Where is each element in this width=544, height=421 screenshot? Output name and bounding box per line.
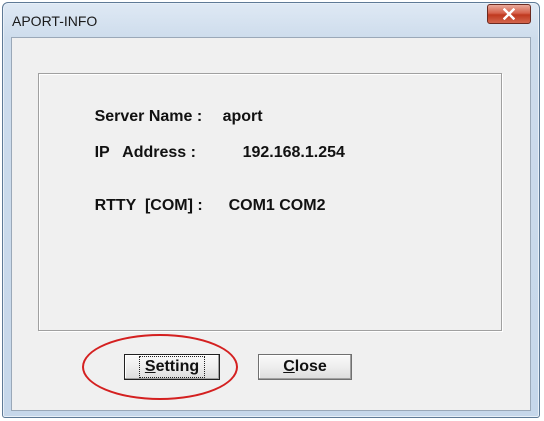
close-label-rest: lose — [294, 358, 327, 375]
setting-button[interactable]: Setting — [124, 354, 220, 380]
title-bar[interactable]: APORT-INFO — [3, 3, 539, 37]
rtty-com-row: RTTY [COM] : COM1 COM2 — [59, 179, 326, 233]
info-groupbox: Server Name : aport IP Address : 192.168.1… — [38, 73, 502, 331]
setting-button-label: Setting — [138, 356, 206, 378]
window-title: APORT-INFO — [12, 13, 98, 29]
setting-mnemonic: S — [144, 358, 156, 375]
server-name-label: Server Name : — [94, 108, 203, 125]
aport-info-dialog: APORT-INFO Server Name : aport IP Address… — [2, 2, 540, 418]
server-name-value: aport — [222, 108, 263, 125]
window-close-button[interactable] — [487, 4, 531, 24]
close-button[interactable]: Close — [258, 354, 352, 380]
ip-address-label: IP Address : — [94, 144, 196, 161]
close-button-label: Close — [283, 358, 327, 376]
ip-address-row: IP Address : 192.168.1.254 — [59, 126, 345, 180]
setting-label-rest: etting — [155, 358, 200, 375]
rtty-com-value: COM1 COM2 — [228, 197, 326, 214]
close-icon — [503, 8, 515, 20]
close-mnemonic: C — [283, 358, 295, 375]
ip-address-value: 192.168.1.254 — [242, 144, 345, 161]
dialog-client-area: Server Name : aport IP Address : 192.168.1… — [11, 37, 531, 411]
rtty-com-label: RTTY [COM] : — [94, 197, 203, 214]
